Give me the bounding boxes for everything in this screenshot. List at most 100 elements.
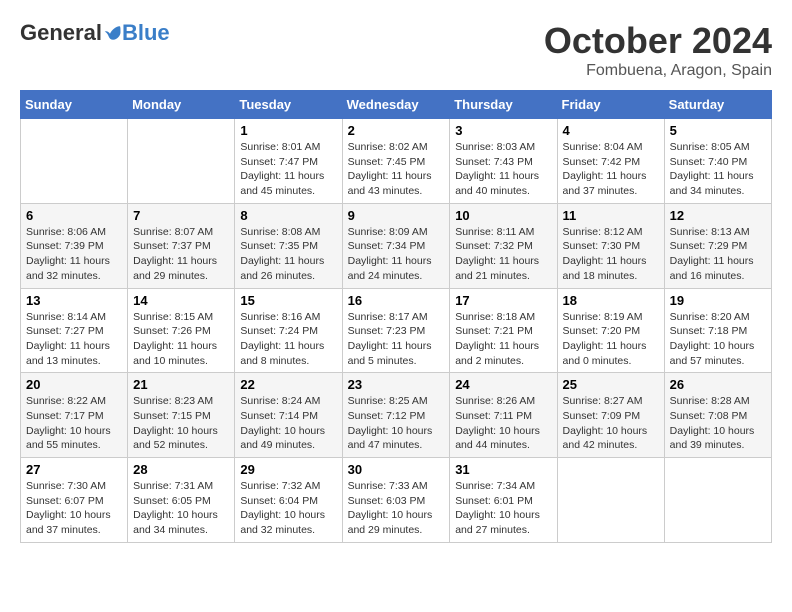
calendar-cell: 3 Sunrise: 8:03 AM Sunset: 7:43 PM Daylig…: [450, 119, 557, 204]
day-info: Sunrise: 8:18 AM Sunset: 7:21 PM Dayligh…: [455, 310, 551, 369]
calendar-cell: [21, 119, 128, 204]
calendar-day-header: Thursday: [450, 91, 557, 119]
calendar-cell: 13 Sunrise: 8:14 AM Sunset: 7:27 PM Dayli…: [21, 288, 128, 373]
day-number: 2: [348, 123, 445, 138]
calendar-cell: 31 Sunrise: 7:34 AM Sunset: 6:01 PM Dayli…: [450, 458, 557, 543]
day-info: Sunrise: 7:31 AM Sunset: 6:05 PM Dayligh…: [133, 479, 229, 538]
day-info: Sunrise: 8:22 AM Sunset: 7:17 PM Dayligh…: [26, 394, 122, 453]
page-header: General Blue October 2024 Fombuena, Arag…: [20, 20, 772, 80]
day-info: Sunrise: 8:28 AM Sunset: 7:08 PM Dayligh…: [670, 394, 766, 453]
logo-general-text: General: [20, 20, 102, 46]
day-number: 15: [240, 293, 336, 308]
day-info: Sunrise: 8:03 AM Sunset: 7:43 PM Dayligh…: [455, 140, 551, 199]
calendar-cell: 7Sunrise: 8:07 AM Sunset: 7:37 PM Daylig…: [128, 203, 235, 288]
day-info: Sunrise: 8:23 AM Sunset: 7:15 PM Dayligh…: [133, 394, 229, 453]
day-number: 7: [133, 208, 229, 223]
calendar-header-row: SundayMondayTuesdayWednesdayThursdayFrid…: [21, 91, 772, 119]
day-info: Sunrise: 8:06 AM Sunset: 7:39 PM Dayligh…: [26, 225, 122, 284]
day-info: Sunrise: 8:05 AM Sunset: 7:40 PM Dayligh…: [670, 140, 766, 199]
calendar-cell: 6 Sunrise: 8:06 AM Sunset: 7:39 PM Daylig…: [21, 203, 128, 288]
day-info: Sunrise: 8:24 AM Sunset: 7:14 PM Dayligh…: [240, 394, 336, 453]
day-info: Sunrise: 8:27 AM Sunset: 7:09 PM Dayligh…: [563, 394, 659, 453]
day-number: 13: [26, 293, 122, 308]
calendar-cell: 14 Sunrise: 8:15 AM Sunset: 7:26 PM Dayli…: [128, 288, 235, 373]
calendar-body: 1Sunrise: 8:01 AM Sunset: 7:47 PM Daylig…: [21, 119, 772, 543]
day-number: 4: [563, 123, 659, 138]
calendar-cell: 8Sunrise: 8:08 AM Sunset: 7:35 PM Daylig…: [235, 203, 342, 288]
day-number: 26: [670, 377, 766, 392]
day-info: Sunrise: 8:14 AM Sunset: 7:27 PM Dayligh…: [26, 310, 122, 369]
calendar-cell: 27 Sunrise: 7:30 AM Sunset: 6:07 PM Dayli…: [21, 458, 128, 543]
calendar-cell: 24 Sunrise: 8:26 AM Sunset: 7:11 PM Dayli…: [450, 373, 557, 458]
day-number: 14: [133, 293, 229, 308]
day-info: Sunrise: 8:09 AM Sunset: 7:34 PM Dayligh…: [348, 225, 445, 284]
calendar-cell: 26 Sunrise: 8:28 AM Sunset: 7:08 PM Dayli…: [664, 373, 771, 458]
calendar-cell: 28 Sunrise: 7:31 AM Sunset: 6:05 PM Dayli…: [128, 458, 235, 543]
logo-bird-icon: [104, 24, 122, 42]
logo: General Blue: [20, 20, 170, 46]
day-number: 30: [348, 462, 445, 477]
day-info: Sunrise: 7:32 AM Sunset: 6:04 PM Dayligh…: [240, 479, 336, 538]
day-info: Sunrise: 8:17 AM Sunset: 7:23 PM Dayligh…: [348, 310, 445, 369]
day-number: 10: [455, 208, 551, 223]
calendar-cell: 18 Sunrise: 8:19 AM Sunset: 7:20 PM Dayli…: [557, 288, 664, 373]
day-number: 31: [455, 462, 551, 477]
day-number: 5: [670, 123, 766, 138]
calendar-cell: 21 Sunrise: 8:23 AM Sunset: 7:15 PM Dayli…: [128, 373, 235, 458]
day-number: 23: [348, 377, 445, 392]
day-number: 18: [563, 293, 659, 308]
calendar-cell: 16 Sunrise: 8:17 AM Sunset: 7:23 PM Dayli…: [342, 288, 450, 373]
calendar-cell: 10 Sunrise: 8:11 AM Sunset: 7:32 PM Dayli…: [450, 203, 557, 288]
day-number: 22: [240, 377, 336, 392]
month-title: October 2024: [544, 20, 772, 62]
day-info: Sunrise: 8:12 AM Sunset: 7:30 PM Dayligh…: [563, 225, 659, 284]
calendar-cell: 9 Sunrise: 8:09 AM Sunset: 7:34 PM Daylig…: [342, 203, 450, 288]
day-number: 24: [455, 377, 551, 392]
day-info: Sunrise: 8:04 AM Sunset: 7:42 PM Dayligh…: [563, 140, 659, 199]
calendar-cell: 25 Sunrise: 8:27 AM Sunset: 7:09 PM Dayli…: [557, 373, 664, 458]
calendar-cell: [557, 458, 664, 543]
day-info: Sunrise: 8:15 AM Sunset: 7:26 PM Dayligh…: [133, 310, 229, 369]
day-number: 16: [348, 293, 445, 308]
day-info: Sunrise: 8:02 AM Sunset: 7:45 PM Dayligh…: [348, 140, 445, 199]
calendar-cell: 22 Sunrise: 8:24 AM Sunset: 7:14 PM Dayli…: [235, 373, 342, 458]
day-info: Sunrise: 8:20 AM Sunset: 7:18 PM Dayligh…: [670, 310, 766, 369]
day-number: 29: [240, 462, 336, 477]
calendar-cell: 5 Sunrise: 8:05 AM Sunset: 7:40 PM Daylig…: [664, 119, 771, 204]
day-info: Sunrise: 7:34 AM Sunset: 6:01 PM Dayligh…: [455, 479, 551, 538]
location: Fombuena, Aragon, Spain: [544, 62, 772, 80]
calendar-cell: 23Sunrise: 8:25 AM Sunset: 7:12 PM Dayli…: [342, 373, 450, 458]
day-info: Sunrise: 8:19 AM Sunset: 7:20 PM Dayligh…: [563, 310, 659, 369]
day-number: 6: [26, 208, 122, 223]
day-number: 21: [133, 377, 229, 392]
calendar-cell: 20 Sunrise: 8:22 AM Sunset: 7:17 PM Dayli…: [21, 373, 128, 458]
calendar-week-row: 20 Sunrise: 8:22 AM Sunset: 7:17 PM Dayli…: [21, 373, 772, 458]
day-info: Sunrise: 8:26 AM Sunset: 7:11 PM Dayligh…: [455, 394, 551, 453]
day-number: 27: [26, 462, 122, 477]
calendar-week-row: 27 Sunrise: 7:30 AM Sunset: 6:07 PM Dayli…: [21, 458, 772, 543]
calendar-day-header: Friday: [557, 91, 664, 119]
calendar-cell: 1Sunrise: 8:01 AM Sunset: 7:47 PM Daylig…: [235, 119, 342, 204]
calendar-cell: 17Sunrise: 8:18 AM Sunset: 7:21 PM Dayli…: [450, 288, 557, 373]
calendar-day-header: Monday: [128, 91, 235, 119]
day-info: Sunrise: 8:11 AM Sunset: 7:32 PM Dayligh…: [455, 225, 551, 284]
day-number: 9: [348, 208, 445, 223]
day-number: 20: [26, 377, 122, 392]
calendar-day-header: Sunday: [21, 91, 128, 119]
day-number: 25: [563, 377, 659, 392]
calendar-cell: 12Sunrise: 8:13 AM Sunset: 7:29 PM Dayli…: [664, 203, 771, 288]
calendar-cell: 11Sunrise: 8:12 AM Sunset: 7:30 PM Dayli…: [557, 203, 664, 288]
day-info: Sunrise: 8:08 AM Sunset: 7:35 PM Dayligh…: [240, 225, 336, 284]
day-number: 3: [455, 123, 551, 138]
calendar-cell: 2 Sunrise: 8:02 AM Sunset: 7:45 PM Daylig…: [342, 119, 450, 204]
day-info: Sunrise: 7:33 AM Sunset: 6:03 PM Dayligh…: [348, 479, 445, 538]
title-block: October 2024 Fombuena, Aragon, Spain: [544, 20, 772, 80]
calendar-cell: 15 Sunrise: 8:16 AM Sunset: 7:24 PM Dayli…: [235, 288, 342, 373]
calendar-cell: 19 Sunrise: 8:20 AM Sunset: 7:18 PM Dayli…: [664, 288, 771, 373]
calendar-cell: 4 Sunrise: 8:04 AM Sunset: 7:42 PM Daylig…: [557, 119, 664, 204]
day-number: 28: [133, 462, 229, 477]
day-info: Sunrise: 8:16 AM Sunset: 7:24 PM Dayligh…: [240, 310, 336, 369]
day-info: Sunrise: 7:30 AM Sunset: 6:07 PM Dayligh…: [26, 479, 122, 538]
day-number: 19: [670, 293, 766, 308]
calendar-cell: [128, 119, 235, 204]
